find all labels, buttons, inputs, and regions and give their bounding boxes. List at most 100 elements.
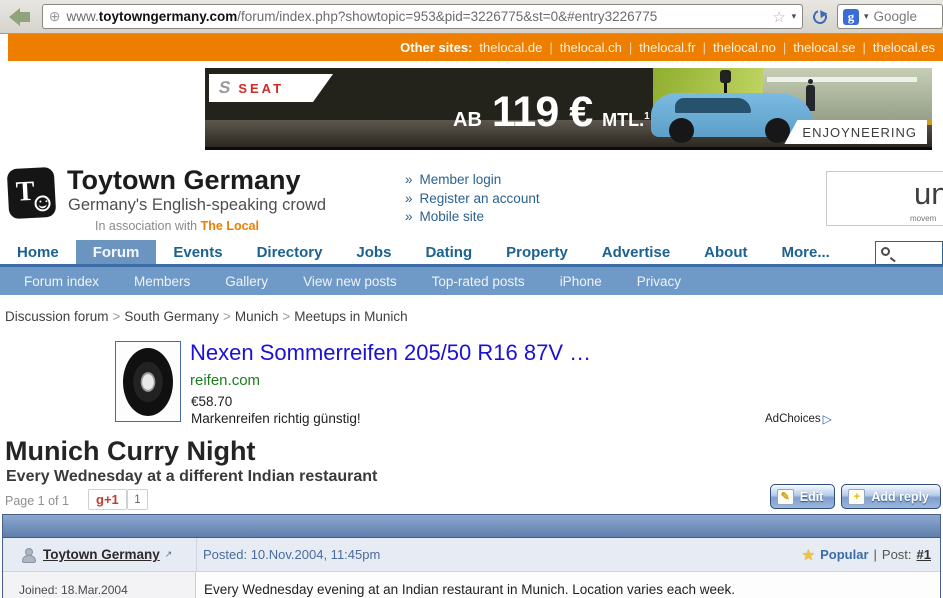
post-header-right: ★ Popular | Post: #1 [802, 546, 931, 564]
topic-title: Munich Curry Night [5, 437, 943, 465]
separator: | [874, 547, 877, 562]
site-link-thelocal-ch[interactable]: thelocal.ch [560, 40, 622, 55]
subnav-forum-index[interactable]: Forum index [24, 274, 99, 289]
plusone-count[interactable]: 1 [127, 489, 148, 510]
nav-item-jobs[interactable]: Jobs [339, 240, 408, 264]
bullet-icon: » [405, 190, 413, 209]
browser-toolbar: ⊕ www.toytowngermany.com/forum/index.php… [0, 0, 943, 34]
add-reply-label: Add reply [871, 490, 929, 504]
logo-smiley-icon [34, 195, 51, 212]
author-info-cell: Joined: 18.Mar.2004 [3, 572, 196, 598]
other-sites-bar: Other sites: thelocal.de | thelocal.ch |… [8, 34, 943, 61]
text-ad: Nexen Sommerreifen 205/50 R16 87V … reif… [0, 338, 943, 430]
enjoyneering-tagline: ENJOYNEERING [784, 120, 927, 144]
search-engine-label: Google [874, 9, 918, 24]
banner-canopy-graphic [767, 77, 917, 82]
breadcrumb: Discussion forum>South Germany>Munich>Me… [5, 309, 943, 327]
toytown-logo[interactable]: T [7, 167, 57, 219]
url-domain: toytowngermany.com [99, 9, 238, 24]
nav-item-advertise[interactable]: Advertise [585, 240, 687, 264]
add-reply-button[interactable]: + Add reply [841, 484, 941, 509]
nav-item-forum[interactable]: Forum [76, 240, 157, 264]
nav-item-more[interactable]: More... [765, 240, 847, 264]
site-title: Toytown Germany [67, 165, 301, 196]
browser-window: ⊕ www.toytowngermany.com/forum/index.php… [0, 0, 943, 598]
post-table: Toytown Germany ↗ Posted: 10.Nov.2004, 1… [2, 514, 941, 598]
reload-icon [811, 7, 830, 26]
ad-price: €58.70 [191, 394, 232, 409]
search-icon [881, 247, 890, 256]
subnav-gallery[interactable]: Gallery [225, 274, 268, 289]
popular-link[interactable]: Popular [820, 547, 868, 562]
site-link-thelocal-es[interactable]: thelocal.es [873, 40, 935, 55]
ad-tire-image[interactable] [115, 341, 181, 422]
seat-s-icon: S [217, 78, 232, 98]
url-text[interactable]: www.toytowngermany.com/forum/index.php?s… [66, 9, 766, 24]
bookmark-star-icon[interactable]: ☆ [772, 8, 785, 26]
logo-letter: T [15, 176, 35, 209]
other-sites-label: Other sites: [400, 40, 472, 55]
side-ad-partial[interactable]: un movem [826, 171, 943, 226]
breadcrumb-separator: > [113, 309, 121, 324]
nav-item-events[interactable]: Events [156, 240, 239, 264]
mobile-site-link[interactable]: » Mobile site [405, 208, 540, 227]
google-plusone-button[interactable]: g+1 [88, 489, 127, 510]
nav-item-directory[interactable]: Directory [240, 240, 340, 264]
register-account-link[interactable]: » Register an account [405, 190, 540, 209]
adchoices-label: AdChoices [765, 413, 821, 425]
subnav-privacy[interactable]: Privacy [637, 274, 681, 289]
link-label: Mobile site [420, 208, 485, 227]
search-engine-dropdown-icon[interactable]: ▾ [864, 11, 869, 22]
topic-buttons: ✎ Edit + Add reply [770, 484, 941, 509]
cell-divider [196, 538, 197, 571]
site-link-thelocal-de[interactable]: thelocal.de [479, 40, 542, 55]
nav-item-dating[interactable]: Dating [408, 240, 489, 264]
star-icon: ★ [802, 546, 815, 564]
separator: | [629, 40, 632, 55]
post-timestamp: Posted: 10.Nov.2004, 11:45pm [203, 547, 380, 562]
site-link-thelocal-no[interactable]: thelocal.no [713, 40, 776, 55]
subnav-view-new-posts[interactable]: View new posts [303, 274, 397, 289]
breadcrumb-separator: > [223, 309, 231, 324]
banner-car-graphic [651, 93, 813, 137]
site-link-thelocal-fr[interactable]: thelocal.fr [639, 40, 695, 55]
url-dropdown-icon[interactable]: ▾ [792, 11, 797, 22]
external-link-icon[interactable]: ↗ [165, 549, 173, 560]
crumb-discussion-forum[interactable]: Discussion forum [5, 309, 109, 324]
subnav-iphone[interactable]: iPhone [560, 274, 602, 289]
price-prefix: AB [453, 109, 482, 132]
browser-search-input[interactable]: g ▾ Google [837, 4, 943, 29]
post-text: Every Wednesday evening at an Indian res… [204, 582, 735, 597]
url-input[interactable]: ⊕ www.toytowngermany.com/forum/index.php… [42, 4, 803, 29]
nav-item-property[interactable]: Property [489, 240, 585, 264]
member-login-link[interactable]: » Member login [405, 171, 540, 190]
association-line: In association with The Local [95, 219, 259, 233]
seat-banner-ad[interactable]: S SEAT AB 119 € MTL.1 ENJOYNEERING [205, 68, 932, 150]
adchoices-link[interactable]: AdChoices ▷ [765, 412, 832, 426]
separator: | [703, 40, 706, 55]
bullet-icon: » [405, 208, 413, 227]
ad-title-link[interactable]: Nexen Sommerreifen 205/50 R16 87V … [190, 340, 591, 366]
reload-button[interactable] [810, 10, 830, 24]
author-link[interactable]: Toytown Germany [43, 547, 160, 562]
back-button[interactable] [5, 3, 35, 30]
subnav-members[interactable]: Members [134, 274, 190, 289]
subnav-top-rated-posts[interactable]: Top-rated posts [432, 274, 525, 289]
url-path: /forum/index.php?showtopic=953&pid=32267… [237, 9, 657, 24]
member-links: » Member login » Register an account » M… [405, 171, 540, 227]
site-search-input[interactable] [875, 241, 943, 265]
nav-item-about[interactable]: About [687, 240, 764, 264]
site-link-thelocal-se[interactable]: thelocal.se [793, 40, 855, 55]
crumb-munich[interactable]: Munich [235, 309, 279, 324]
separator: | [862, 40, 865, 55]
crumb-south-germany[interactable]: South Germany [124, 309, 219, 324]
bullet-icon: » [405, 171, 413, 190]
post-number-link[interactable]: #1 [917, 547, 931, 562]
seat-brand-label: SEAT [238, 81, 284, 96]
edit-button[interactable]: ✎ Edit [770, 484, 836, 509]
link-label: Member login [420, 171, 502, 190]
joined-date: Joined: 18.Mar.2004 [19, 583, 128, 597]
the-local-link[interactable]: The Local [201, 219, 259, 233]
nav-item-home[interactable]: Home [0, 240, 76, 264]
price-amount: 119 € [492, 88, 592, 137]
